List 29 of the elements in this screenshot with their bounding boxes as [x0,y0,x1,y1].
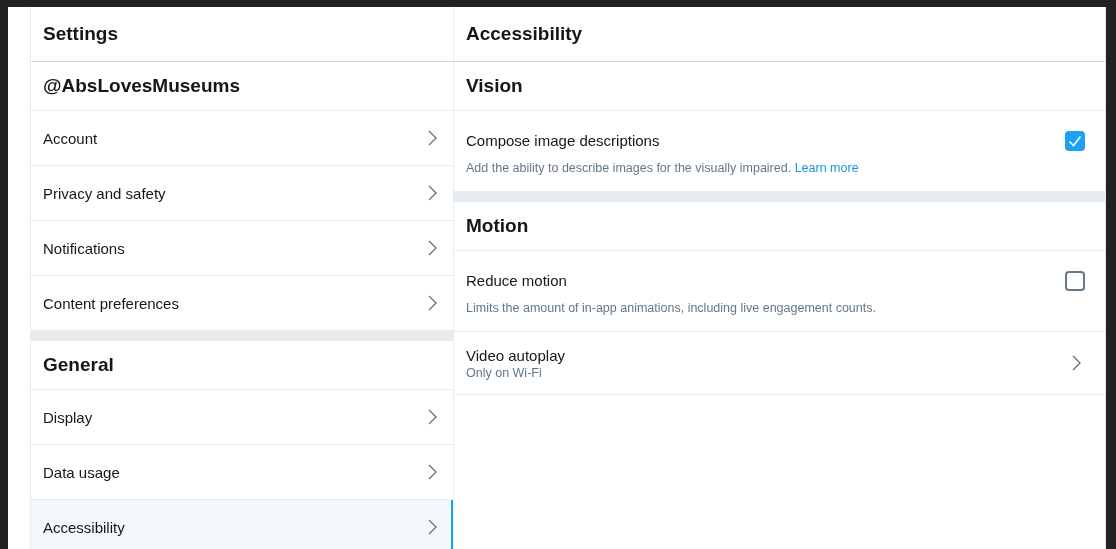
setting-label: Compose image descriptions [466,132,660,149]
chevron-icon [428,130,437,146]
checkmark-icon [1068,134,1082,147]
settings-menu-item[interactable]: Privacy and safety [31,166,453,221]
setting-description: Limits the amount of in-app animations, including live engagement counts. [466,301,876,315]
chevron-icon [428,464,437,480]
checkbox[interactable] [1065,130,1085,151]
chevron-icon [428,519,437,535]
chevron-icon [1072,355,1081,371]
setting-label: Video autoplay [466,346,565,364]
chevron-icon [428,295,437,311]
section-heading: Vision [454,62,1105,111]
chevron-icon [428,185,437,201]
settings-menu-item[interactable]: Video autoplay Only on Wi-Fi [454,332,1105,395]
settings-menu-item[interactable]: Accessibility [31,500,453,549]
panel-title: Accessibility [454,7,1105,62]
settings-menu-item[interactable]: Display [31,390,453,445]
setting-description: Add the ability to describe images for the visually impaired. [466,161,792,175]
chevron-icon [428,409,437,425]
setting-value: Only on Wi-Fi [466,365,543,380]
section-heading: General [31,341,453,390]
section-heading: @AbsLovesMuseums [31,62,453,111]
settings-menu-item[interactable]: Account [31,111,453,166]
settings-menu-item[interactable]: Notifications [31,221,453,276]
panel-title: Settings [31,7,453,62]
setting-label: Reduce motion [466,272,567,289]
chevron-icon [428,240,437,256]
section-heading: Motion [454,202,1105,251]
checkbox[interactable] [1065,270,1085,291]
